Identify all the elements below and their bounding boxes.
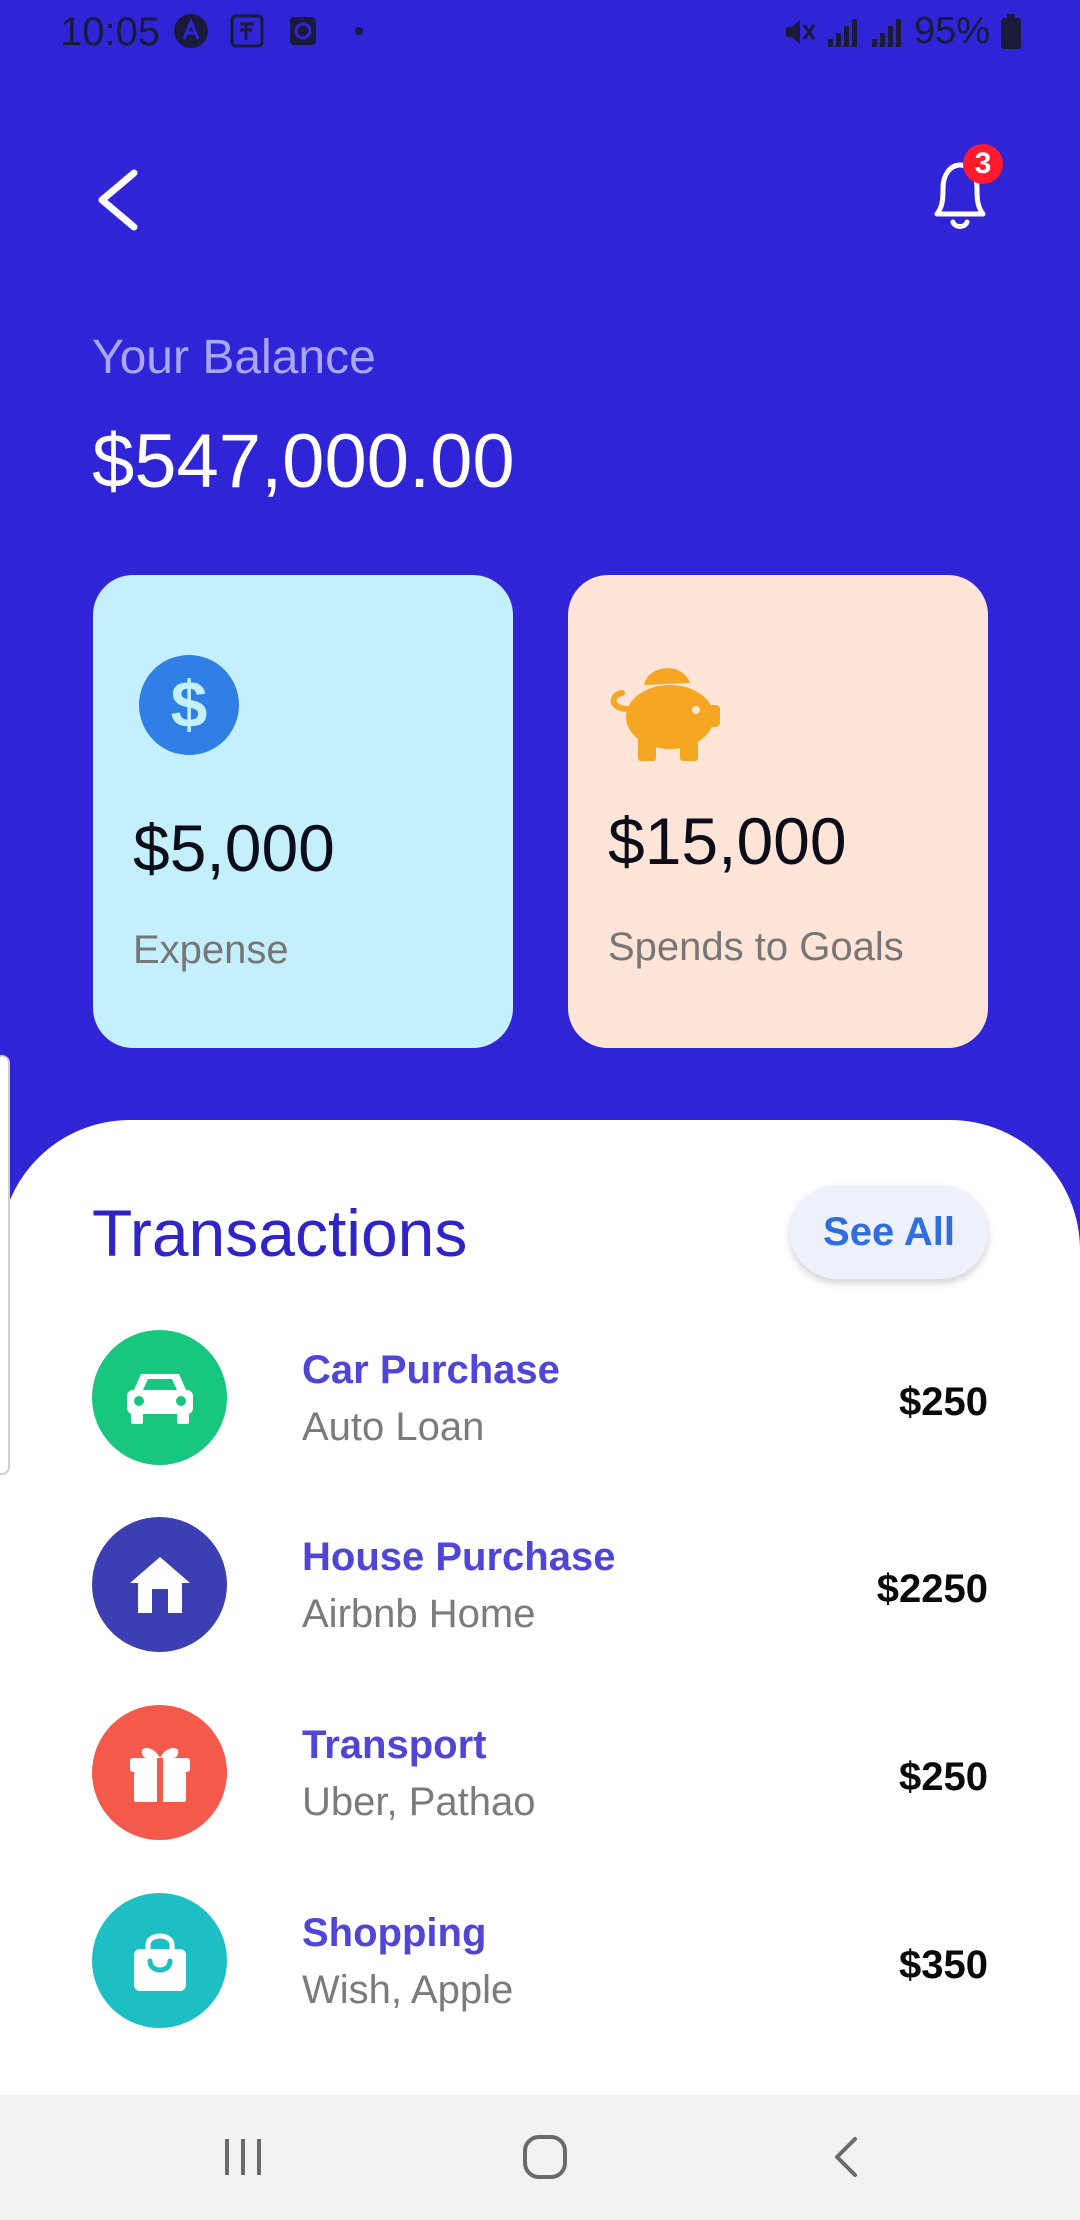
transaction-subtitle: Uber, Pathao (302, 1780, 536, 1824)
status-time: 10:05 (60, 10, 161, 54)
svg-text:$: $ (171, 667, 208, 741)
transaction-subtitle: Wish, Apple (302, 1968, 514, 2012)
expense-label: Expense (133, 928, 289, 972)
transaction-name: Transport (302, 1723, 487, 1767)
recent-apps-icon (225, 2139, 261, 2175)
chevron-left-icon (98, 169, 138, 231)
back-nav-button[interactable] (812, 2125, 882, 2189)
recent-apps-button[interactable] (208, 2125, 278, 2189)
app-notification-icon (172, 12, 210, 50)
car-icon (92, 1330, 227, 1465)
transaction-row-car[interactable]: Car Purchase Auto Loan $250 (0, 1330, 1080, 1470)
notification-badge: 3 (963, 144, 1003, 184)
back-nav-icon (835, 2137, 857, 2177)
transaction-subtitle: Airbnb Home (302, 1592, 536, 1636)
home-circle-icon (523, 2135, 567, 2179)
transaction-row-transport[interactable]: Transport Uber, Pathao $250 (0, 1705, 1080, 1845)
transactions-title: Transactions (92, 1196, 468, 1270)
expense-card[interactable]: $ $5,000 Expense (93, 575, 513, 1048)
signal-icon-2 (871, 18, 901, 47)
status-bar: 10:05 95% (0, 0, 1080, 66)
transaction-row-shopping[interactable]: Shopping Wish, Apple $350 (0, 1893, 1080, 2033)
sync-icon (284, 12, 322, 50)
transaction-amount: $350 (899, 1943, 988, 1987)
transaction-amount: $250 (899, 1755, 988, 1799)
transaction-name: Car Purchase (302, 1348, 560, 1392)
expense-amount: $5,000 (133, 811, 335, 885)
piggy-bank-icon (604, 655, 728, 761)
status-system-icons: 95% (782, 10, 1022, 53)
transaction-amount: $250 (899, 1380, 988, 1424)
status-notification-icons (172, 12, 378, 50)
shopping-bag-icon (92, 1893, 227, 2028)
back-button[interactable] (90, 165, 150, 235)
dollar-icon: $ (139, 655, 239, 755)
transaction-amount: $2250 (876, 1567, 988, 1611)
goals-label: Spends to Goals (608, 925, 904, 969)
signal-icon (827, 18, 857, 47)
balance-value: $547,000.00 (92, 419, 515, 504)
app-screen: 10:05 95% 3 Your Balance $547,000.00 $ $… (0, 0, 1080, 2220)
home-icon (92, 1517, 227, 1652)
dot-icon (340, 12, 378, 50)
gift-icon (92, 1705, 227, 1840)
balance-label: Your Balance (92, 331, 376, 384)
transaction-name: House Purchase (302, 1535, 616, 1579)
transaction-name: Shopping (302, 1911, 487, 1955)
goals-card[interactable]: $15,000 Spends to Goals (568, 575, 988, 1048)
taka-icon (228, 12, 266, 50)
goals-amount: $15,000 (608, 804, 847, 878)
transaction-subtitle: Auto Loan (302, 1405, 485, 1449)
system-nav-bar (0, 2095, 1080, 2220)
home-button[interactable] (510, 2125, 580, 2189)
see-all-button[interactable]: See All (790, 1185, 988, 1279)
battery-percent: 95% (913, 10, 990, 52)
transaction-row-house[interactable]: House Purchase Airbnb Home $2250 (0, 1517, 1080, 1657)
battery-icon (1001, 13, 1021, 49)
mute-icon (785, 19, 816, 44)
